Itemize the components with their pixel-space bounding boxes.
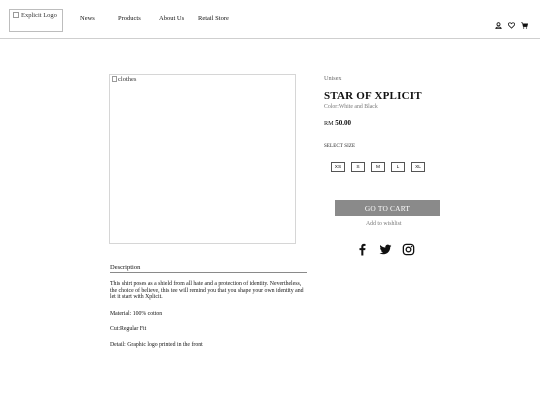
facebook-icon[interactable]: [356, 243, 369, 256]
header-icons: [495, 16, 529, 30]
description-body: This shirt poses as a shield from all ha…: [110, 281, 304, 301]
nav-news[interactable]: News: [80, 15, 95, 22]
size-l-button[interactable]: L: [391, 162, 405, 172]
product-image-alt: clothes: [118, 76, 137, 83]
product-color: Color:White and Black: [324, 104, 378, 110]
description-detail: Detail: Graphic logo printed in the fron…: [110, 342, 203, 348]
select-size-label: SELECT SIZE: [324, 144, 356, 149]
price-currency: RM: [324, 120, 334, 127]
product-image: clothes: [109, 74, 296, 244]
description-heading: Description: [110, 264, 141, 271]
logo-alt-text: Explicit Logo: [21, 12, 57, 19]
go-to-cart-button[interactable]: GO TO CART: [335, 200, 440, 216]
product-category: Unisex: [324, 75, 342, 82]
nav-products[interactable]: Products: [118, 15, 141, 22]
instagram-icon[interactable]: [402, 243, 415, 256]
cart-icon[interactable]: [521, 16, 529, 29]
size-xs-button[interactable]: XS: [331, 162, 345, 172]
description-divider: [110, 272, 307, 273]
add-to-wishlist-link[interactable]: Add to wishlist: [366, 221, 401, 227]
size-options: XS S M L XL: [331, 162, 425, 172]
product-price: RM 50.00: [324, 119, 351, 127]
description-material: Material: 100% cotton: [110, 311, 163, 317]
price-value: 50.00: [335, 119, 351, 127]
header-bar: Explicit Logo News Products About Us Ret…: [0, 0, 540, 39]
user-icon[interactable]: [495, 16, 502, 30]
nav-retail-store[interactable]: Retail Store: [198, 15, 229, 22]
description-cut: Cut:Regular Fit: [110, 326, 147, 332]
nav-about-us[interactable]: About Us: [159, 15, 184, 22]
broken-image-icon: [13, 12, 19, 18]
twitter-icon[interactable]: [379, 243, 392, 256]
social-links: [356, 243, 415, 256]
broken-image-icon: [112, 76, 117, 82]
size-m-button[interactable]: M: [371, 162, 385, 172]
size-s-button[interactable]: S: [351, 162, 365, 172]
product-title: STAR OF XPLICIT: [324, 90, 422, 102]
size-xl-button[interactable]: XL: [411, 162, 425, 172]
site-logo[interactable]: Explicit Logo: [9, 9, 63, 32]
heart-icon[interactable]: [508, 16, 515, 29]
